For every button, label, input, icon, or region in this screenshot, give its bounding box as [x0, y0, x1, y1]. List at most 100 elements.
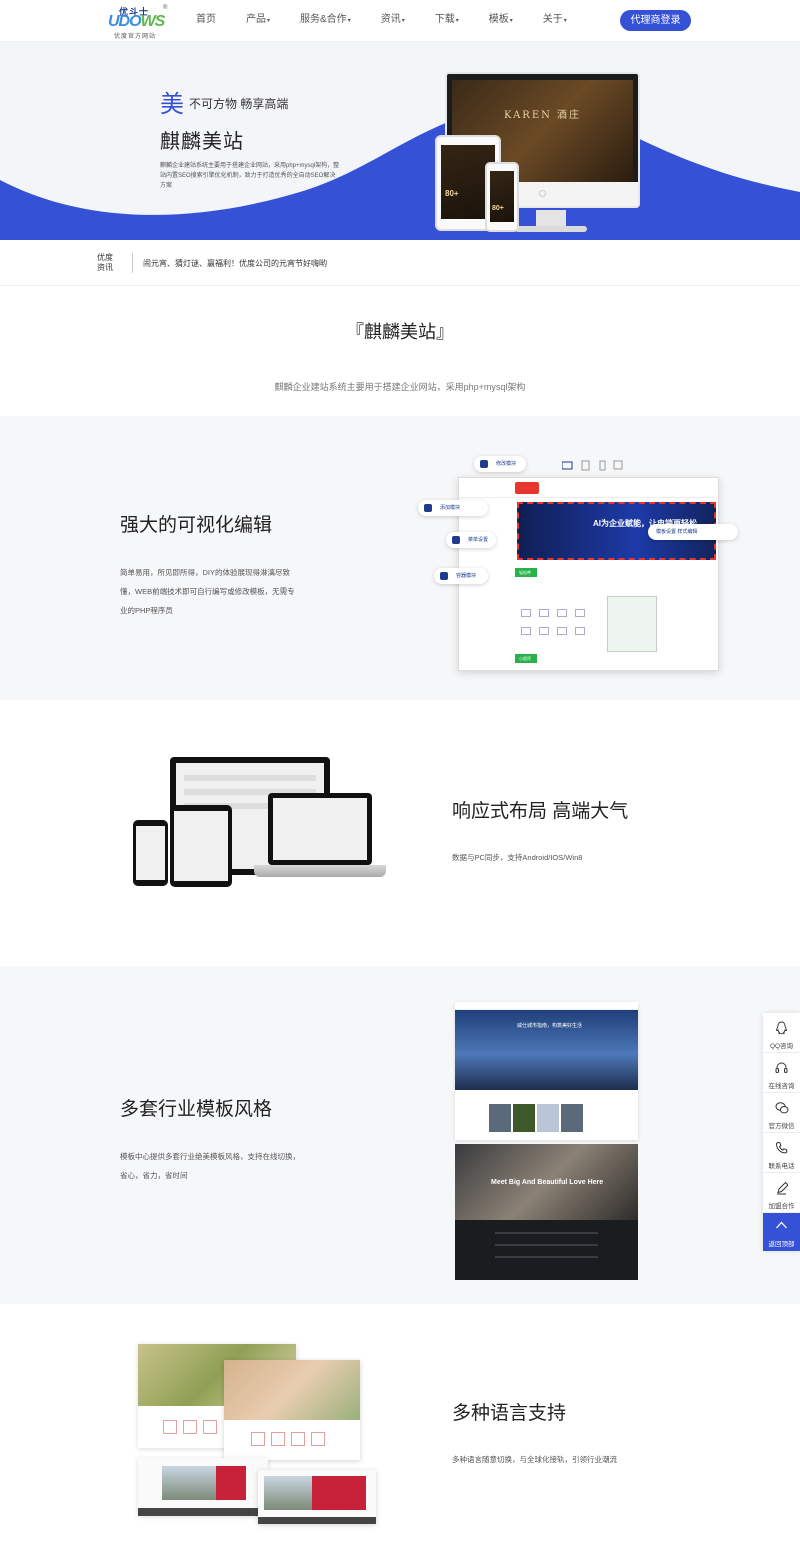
- side-wechat[interactable]: 官方微信: [763, 1093, 800, 1133]
- side-qq-label: QQ咨询: [769, 1043, 794, 1050]
- site-header: 优斗士 ® UDOWS 优度官方网站 首页 产品▾ 服务&合作▾ 资讯▾ 下载▾…: [0, 0, 800, 42]
- tablet-screen-text: 80+: [445, 189, 459, 198]
- monitor-button: [539, 190, 546, 197]
- pill-container-label: 容器模块: [456, 573, 477, 579]
- headset-icon: [775, 1062, 788, 1073]
- feature-title: 强大的可视化编辑: [120, 515, 273, 536]
- hero-banner: 美 不可方物 畅享高端 麒麟美站 麒麟企业建站系统主要用于搭建企业网站，采用ph…: [0, 42, 800, 240]
- language-preview-3-block: [216, 1466, 246, 1500]
- template-a-header: [455, 1002, 638, 1010]
- language-preview-2: [224, 1360, 360, 1460]
- nav-home[interactable]: 首页: [196, 0, 216, 42]
- back-to-top-label: 返回顶部: [768, 1241, 795, 1248]
- side-online-label: 在线咨询: [768, 1083, 795, 1090]
- toolbar-label: 模板设置 样式编辑: [656, 529, 698, 535]
- pill-add-module[interactable]: 添加模块: [418, 500, 488, 516]
- template-b-line: [495, 1232, 598, 1234]
- nav-news[interactable]: 资讯▾: [381, 0, 405, 42]
- chevron-down-icon: ▾: [563, 18, 567, 24]
- language-preview-2-icons: [248, 1432, 328, 1451]
- phone-icon: [775, 1141, 788, 1154]
- editor-topbar: [459, 478, 718, 498]
- devices-laptop-image: [268, 793, 372, 865]
- news-bar: 优度资讯 闹元宵、猜灯谜、赢福利！优度公司的元宵节好嗨哟: [0, 240, 800, 286]
- side-wechat-label: 官方微信: [768, 1123, 795, 1130]
- phone-screen-text: 80+: [492, 205, 504, 212]
- hero-slogan: 不可方物 畅享高端: [189, 97, 289, 111]
- pill-edit-module[interactable]: 修改模块: [474, 456, 526, 472]
- pen-icon: [777, 1181, 788, 1195]
- qq-icon: [776, 1021, 787, 1035]
- language-preview-1-icons: [160, 1420, 220, 1439]
- phone-screen: 80+: [490, 171, 514, 222]
- feature-description: 简单易用，所见即所得，DIY的体验展现得淋漓尽致 懂，WEB前端技术即可自行编写…: [120, 568, 295, 615]
- feature-title: 多套行业模板风格: [120, 1099, 273, 1120]
- editor-phone-panel: [607, 596, 657, 652]
- template-b-line: [495, 1244, 598, 1246]
- feature-title: 多种语言支持: [452, 1403, 567, 1424]
- template-preview-wedding: Meet Big And Beautiful Love Here: [455, 1144, 638, 1280]
- site-logo[interactable]: 优斗士 ® UDOWS 优度官方网站: [108, 5, 172, 40]
- chevron-up-icon: [776, 1221, 787, 1229]
- nav-products[interactable]: 产品▾: [246, 0, 270, 42]
- main-nav: 首页 产品▾ 服务&合作▾ 资讯▾ 下载▾ 模板▾ 关于▾: [196, 0, 597, 42]
- wechat-icon: [775, 1102, 789, 1114]
- feature-languages: 多种语言支持 多种语言随意切换，与全球化接轨，引领行业潮流: [0, 1304, 800, 1559]
- template-a-hero: 威仕城市指南，构筑美好生活: [455, 1010, 638, 1090]
- news-divider: [132, 253, 133, 273]
- intro-title: 『麒麟美站』: [346, 322, 454, 342]
- back-to-top-button[interactable]: 返回顶部: [763, 1213, 800, 1251]
- editor-tag-1-text: 轻松呼: [519, 570, 531, 575]
- editor-tag-2: 小程序: [515, 654, 537, 663]
- feature-description: 数据与PC同步，支持Android/IOS/Win8: [452, 853, 583, 862]
- news-tag: 优度资讯: [97, 253, 113, 272]
- intro-subtitle: 麒麟企业建站系统主要用于搭建企业网站，采用php+mysql架构: [274, 382, 526, 392]
- language-preview-3-footer: [138, 1508, 268, 1516]
- agent-login-button[interactable]: 代理商登录: [620, 10, 691, 31]
- editor-logo: [515, 482, 539, 494]
- nav-news-label: 资讯: [380, 14, 401, 25]
- editor-mockup: AI为企业赋能，让电销更轻松 轻松呼 小程序: [458, 477, 719, 671]
- pill-menu-label: 菜单设置: [468, 537, 489, 543]
- devices-laptop-base: [254, 865, 386, 877]
- feature-description: 模板中心提供多套行业绝美模板风格，支持在线切换，省心，省力，省时间: [120, 1152, 300, 1180]
- side-qq[interactable]: QQ咨询: [763, 1013, 800, 1053]
- nav-download-label: 下载: [434, 14, 455, 25]
- monitor-stand-base: [515, 226, 587, 232]
- feature-visual-editing: 强大的可视化编辑 简单易用，所见即所得，DIY的体验展现得淋漓尽致 懂，WEB前…: [0, 416, 800, 700]
- side-online[interactable]: 在线咨询: [763, 1053, 800, 1093]
- logo-wordmark: UDOWS: [108, 13, 165, 31]
- nav-download[interactable]: 下载▾: [435, 0, 459, 42]
- side-franchise[interactable]: 加盟合作: [763, 1173, 800, 1213]
- chevron-down-icon: ▾: [347, 18, 351, 24]
- hero-mei: 美: [160, 91, 184, 118]
- hero-description: 麒麟企业建站系统主要用于搭建企业网站，采用php+mysql架构，整站内置SEO…: [160, 163, 340, 189]
- side-phone[interactable]: 联系电话: [763, 1133, 800, 1173]
- menu-icon: [452, 536, 460, 544]
- nav-services[interactable]: 服务&合作▾: [300, 0, 351, 42]
- language-preview-3: [138, 1458, 268, 1516]
- template-b-line: [495, 1256, 598, 1258]
- editor-icon-grid: [517, 606, 593, 648]
- editor-style-toolbar[interactable]: 模板设置 样式编辑: [648, 524, 738, 540]
- layers-icon: [440, 572, 448, 580]
- nav-templates-label: 模板: [488, 14, 509, 25]
- language-preview-2-image: [224, 1360, 360, 1420]
- editor-tag-1: 轻松呼: [515, 568, 537, 577]
- pill-menu-settings[interactable]: 菜单设置: [446, 532, 496, 548]
- device-switch-icons[interactable]: [562, 460, 624, 472]
- devices-tablet-screen: [174, 811, 228, 881]
- nav-about[interactable]: 关于▾: [543, 0, 567, 42]
- news-headline-link[interactable]: 闹元宵、猜灯谜、赢福利！优度公司的元宵节好嗨哟: [143, 258, 327, 269]
- template-a-hero-text: 威仕城市指南，构筑美好生活: [517, 1023, 583, 1029]
- chevron-down-icon: ▾: [401, 18, 405, 24]
- logo-subtitle: 优度官方网站: [114, 34, 157, 40]
- feature-responsive: 响应式布局 高端大气 数据与PC同步，支持Android/IOS/Win8: [0, 700, 800, 966]
- pill-container-module[interactable]: 容器模块: [434, 568, 488, 584]
- pill-edit-label: 修改模块: [496, 461, 517, 467]
- nav-templates[interactable]: 模板▾: [489, 0, 513, 42]
- nav-services-label: 服务&合作: [300, 14, 347, 25]
- devices-tablet-image: [170, 805, 232, 887]
- side-franchise-label: 加盟合作: [768, 1203, 795, 1210]
- edit-icon: [480, 460, 488, 468]
